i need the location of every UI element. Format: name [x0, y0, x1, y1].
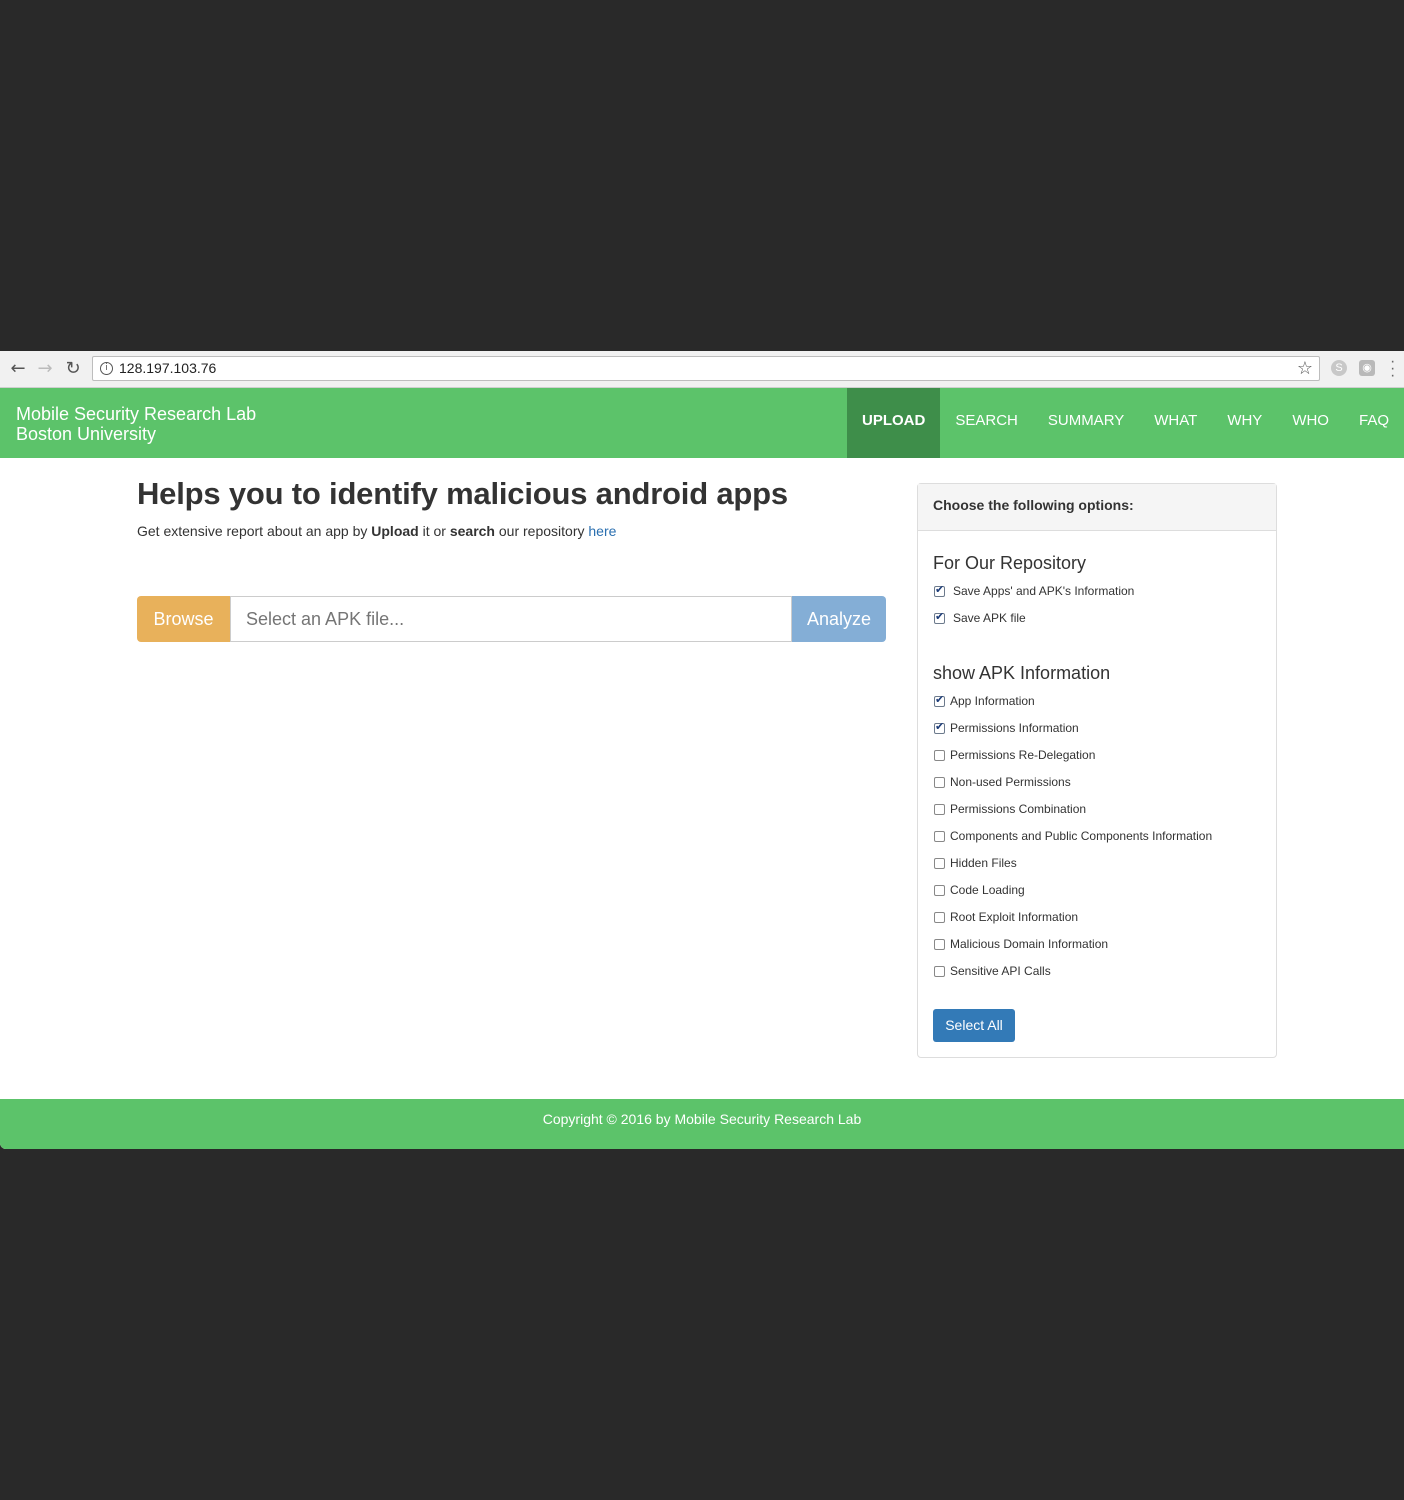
site-navbar: Mobile Security Research Lab Boston Univ… — [0, 388, 1404, 458]
option-components-information[interactable]: Components and Public Components Informa… — [934, 827, 1212, 845]
option-hidden-files[interactable]: Hidden Files — [934, 854, 1017, 872]
options-panel: Choose the following options: For Our Re… — [917, 483, 1277, 1058]
browse-button[interactable]: Browse — [137, 596, 230, 642]
option-save-apps-info[interactable]: Save Apps' and APK's Information — [934, 582, 1134, 600]
option-permissions-information[interactable]: Permissions Information — [934, 719, 1079, 737]
checkbox[interactable] — [934, 720, 945, 734]
intro-part: our repository — [495, 523, 589, 539]
page-title: Helps you to identify malicious android … — [137, 476, 788, 511]
browser-toolbar: ← → ↻ i 128.197.103.76 ☆ S ◉ · · · — [0, 351, 1404, 388]
intro-search-bold: search — [449, 523, 495, 539]
site-brand[interactable]: Mobile Security Research Lab Boston Univ… — [16, 404, 256, 444]
upload-group: Browse Analyze — [137, 596, 886, 642]
back-arrow-icon[interactable]: ← — [6, 357, 30, 381]
checkbox[interactable] — [934, 749, 945, 761]
checkbox[interactable] — [934, 884, 945, 896]
nav-upload[interactable]: UPLOAD — [847, 388, 941, 458]
forward-arrow-icon[interactable]: → — [33, 357, 57, 381]
checkbox[interactable] — [934, 776, 945, 788]
option-label: Save Apps' and APK's Information — [953, 584, 1135, 598]
nav-faq[interactable]: FAQ — [1344, 388, 1404, 458]
nav-who[interactable]: WHO — [1277, 388, 1344, 458]
nav-why[interactable]: WHY — [1212, 388, 1277, 458]
option-malicious-domain[interactable]: Malicious Domain Information — [934, 935, 1108, 953]
analyze-button[interactable]: Analyze — [792, 596, 886, 642]
option-code-loading[interactable]: Code Loading — [934, 881, 1025, 899]
intro-upload-bold: Upload — [371, 523, 419, 539]
option-label: Non-used Permissions — [950, 775, 1071, 789]
option-label: Malicious Domain Information — [950, 937, 1109, 951]
option-non-used-permissions[interactable]: Non-used Permissions — [934, 773, 1071, 791]
brand-lab-name: Mobile Security Research Lab — [16, 404, 257, 424]
checkbox[interactable] — [934, 911, 945, 923]
checkbox[interactable] — [934, 610, 945, 624]
option-label: Root Exploit Information — [950, 910, 1079, 924]
checkbox[interactable] — [934, 693, 945, 707]
option-label: Code Loading — [950, 883, 1025, 897]
address-bar[interactable]: i 128.197.103.76 ☆ — [92, 356, 1320, 381]
reload-icon[interactable]: ↻ — [61, 357, 85, 381]
skype-extension-icon[interactable]: S — [1331, 360, 1347, 376]
option-label: Save APK file — [953, 611, 1026, 625]
main-content: Helps you to identify malicious android … — [0, 458, 1404, 1099]
info-icon[interactable]: i — [100, 362, 113, 375]
url-text[interactable]: 128.197.103.76 — [119, 360, 216, 376]
camera-extension-icon[interactable]: ◉ — [1359, 360, 1375, 376]
options-panel-header: Choose the following options: — [918, 484, 1276, 531]
option-label: Permissions Information — [950, 721, 1079, 735]
option-app-information[interactable]: App Information — [934, 692, 1035, 710]
apk-info-section-title: show APK Information — [933, 663, 1111, 683]
checkbox[interactable] — [934, 830, 945, 842]
checkbox[interactable] — [934, 803, 945, 815]
option-permissions-redelegation[interactable]: Permissions Re-Delegation — [934, 746, 1095, 764]
checkbox[interactable] — [934, 857, 945, 869]
option-save-apk-file[interactable]: Save APK file — [934, 609, 1026, 627]
checkbox[interactable] — [934, 938, 945, 950]
option-permissions-combination[interactable]: Permissions Combination — [934, 800, 1086, 818]
repository-section-title: For Our Repository — [933, 553, 1087, 573]
nav-search[interactable]: SEARCH — [940, 388, 1033, 458]
option-sensitive-api-calls[interactable]: Sensitive API Calls — [934, 962, 1051, 980]
browser-window: ← → ↻ i 128.197.103.76 ☆ S ◉ · · · Mobile … — [0, 351, 1404, 1149]
checkbox[interactable] — [934, 583, 945, 597]
checkbox[interactable] — [934, 965, 945, 977]
brand-university: Boston University — [16, 424, 157, 444]
intro-text: Get extensive report about an app by Upl… — [137, 523, 616, 539]
site-footer: Copyright © 2016 by Mobile Security Rese… — [0, 1099, 1404, 1149]
option-label: Sensitive API Calls — [950, 964, 1051, 978]
nav-what[interactable]: WHAT — [1139, 388, 1212, 458]
option-label: Permissions Combination — [950, 802, 1087, 816]
option-label: Permissions Re-Delegation — [950, 748, 1096, 762]
option-label: Hidden Files — [950, 856, 1017, 870]
select-all-button[interactable]: Select All — [933, 1009, 1015, 1042]
browser-menu-icon[interactable]: · · · — [1390, 354, 1395, 384]
intro-part: Get extensive report about an app by — [137, 523, 372, 539]
bookmark-star-icon[interactable]: ☆ — [1297, 358, 1313, 379]
repository-link[interactable]: here — [588, 523, 616, 539]
intro-part: it or — [418, 523, 450, 539]
option-label: App Information — [950, 694, 1035, 708]
apk-file-input[interactable] — [230, 596, 792, 642]
option-label: Components and Public Components Informa… — [950, 829, 1213, 843]
nav-summary[interactable]: SUMMARY — [1033, 388, 1139, 458]
option-root-exploit[interactable]: Root Exploit Information — [934, 908, 1078, 926]
nav-menu: UPLOAD SEARCH SUMMARY WHAT WHY WHO FAQ — [847, 388, 1404, 458]
